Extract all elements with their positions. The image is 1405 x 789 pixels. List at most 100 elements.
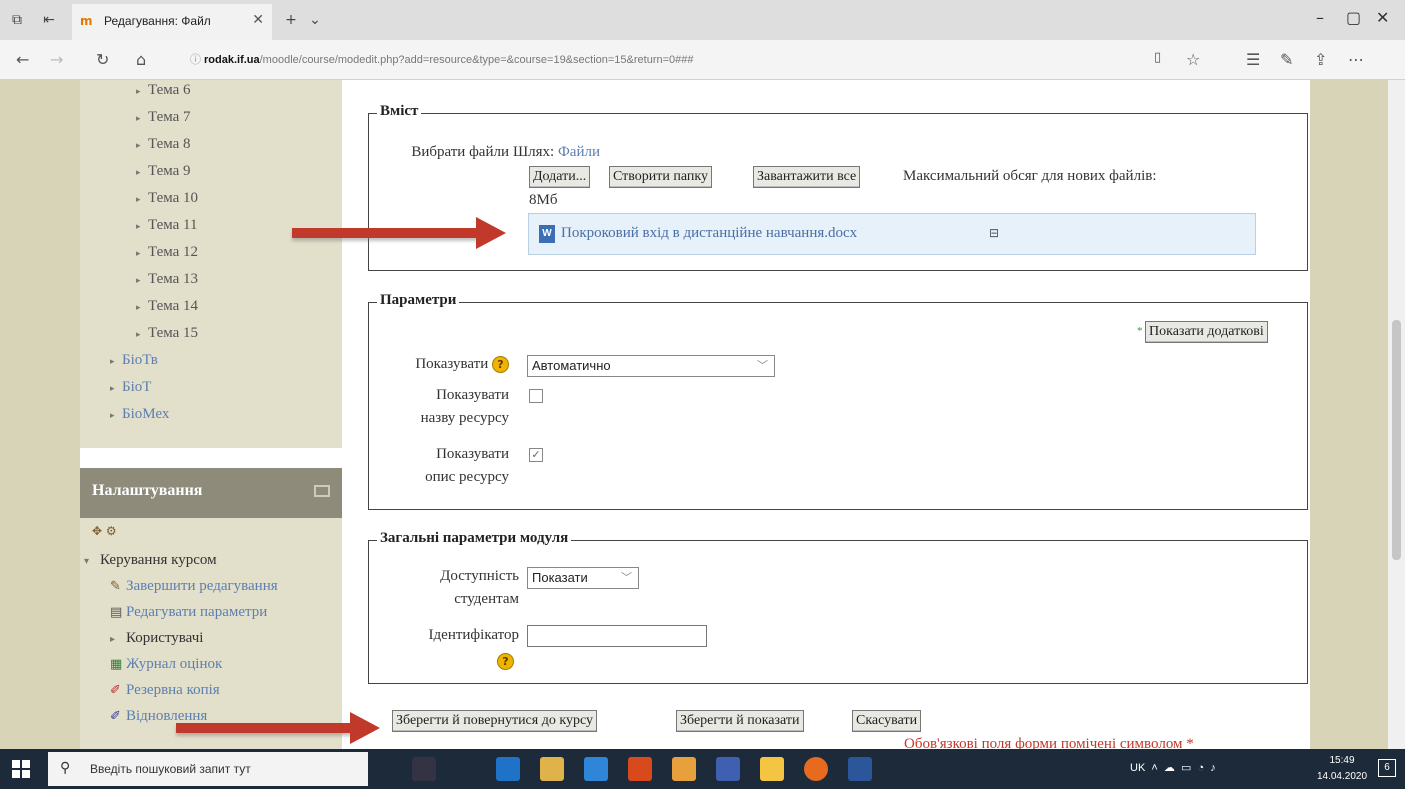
page-scrollbar[interactable] <box>1388 80 1405 749</box>
scrollbar-thumb[interactable] <box>1392 320 1401 560</box>
show-advanced-button[interactable]: Показати додаткові <box>1145 321 1268 343</box>
create-folder-button[interactable]: Створити папку <box>609 166 713 188</box>
home-icon[interactable]: ⌂ <box>136 50 146 69</box>
content-legend: Вміст <box>377 103 422 120</box>
help-icon[interactable]: ? <box>492 356 509 374</box>
path-link-files[interactable]: Файли <box>558 144 600 160</box>
left-column: ▸ Тема 6 ▸ Тема 7 ▸ Тема 8 ▸ Тема 9 ▸ Тема 10… <box>80 80 342 749</box>
favorite-star-icon[interactable]: ☆ <box>1186 50 1200 69</box>
save-return-button[interactable]: Зберегти й повернутися до курсу <box>392 710 597 732</box>
tree-item-topic-10[interactable]: ▸ Тема 10 <box>136 190 198 207</box>
back-icon[interactable]: ← <box>16 50 29 69</box>
new-tab-icon[interactable]: + <box>282 11 300 29</box>
id-number-input[interactable] <box>527 625 707 647</box>
tree-item-topic-7[interactable]: ▸ Тема 7 <box>136 109 191 126</box>
taskbar-search[interactable]: ⚲ Введіть пошуковий запит тут <box>48 752 368 786</box>
tree-item-topic-12[interactable]: ▸ Тема 12 <box>136 244 198 261</box>
store-icon[interactable] <box>540 757 564 781</box>
set-aside-tabs-icon[interactable]: ⇤ <box>40 11 58 29</box>
backup-icon: ✐ <box>110 683 121 698</box>
download-all-button[interactable]: Завантажити все <box>753 166 861 188</box>
firefox-icon[interactable] <box>804 757 828 781</box>
url-field[interactable]: ⓘ rodak.if.ua/moodle/course/modedit.php?a… <box>190 49 1190 71</box>
required-fields-note: Обов'язкові поля форми помічені символом… <box>904 736 1194 749</box>
mail-icon[interactable] <box>584 757 608 781</box>
more-icon[interactable]: ⋯ <box>1348 50 1364 69</box>
word-icon[interactable] <box>848 757 872 781</box>
expand-triangle-icon: ▸ <box>136 141 141 151</box>
required-asterisk-icon: * <box>1186 736 1194 749</box>
tree-item-topic-11[interactable]: ▸ Тема 11 <box>136 217 198 234</box>
tab-actions-icon[interactable]: ⧉ <box>8 11 26 29</box>
tree-item-topic-13[interactable]: ▸ Тема 13 <box>136 271 198 288</box>
maximize-icon[interactable]: ▢ <box>1346 8 1361 27</box>
browser-tab[interactable]: m Редагування: Файл ✕ <box>72 4 272 40</box>
task-view-icon[interactable] <box>412 757 436 781</box>
notes-pen-icon[interactable]: ✎ <box>1280 50 1293 69</box>
save-show-button[interactable]: Зберегти й показати <box>676 710 804 732</box>
admin-item-users[interactable]: ▸ Користувачі <box>110 630 203 647</box>
add-file-button[interactable]: Додати... <box>529 166 591 188</box>
share-icon[interactable]: ⇪ <box>1314 50 1327 69</box>
expand-triangle-icon: ▸ <box>110 411 115 421</box>
expand-triangle-icon: ▸ <box>136 303 141 313</box>
collapse-triangle-icon: ▾ <box>84 556 90 567</box>
office-icon[interactable] <box>628 757 652 781</box>
settings-block-title: Налаштування <box>92 482 203 499</box>
visibility-label-line1: Доступність <box>440 568 519 584</box>
show-name-label-line2: назву ресурсу <box>420 410 509 426</box>
clock[interactable]: 15:49 14.04.2020 <box>1312 753 1372 785</box>
expand-triangle-icon: ▸ <box>136 168 141 178</box>
file-context-menu-icon[interactable]: ⊟ <box>989 226 999 240</box>
admin-item-edit-settings[interactable]: ▤ Редагувати параметри <box>110 604 267 621</box>
web-page: ▸ Тема 6 ▸ Тема 7 ▸ Тема 8 ▸ Тема 9 ▸ Тема 10… <box>0 80 1405 749</box>
tree-item-topic-8[interactable]: ▸ Тема 8 <box>136 136 191 153</box>
show-description-checkbox[interactable]: ✓ <box>529 448 543 462</box>
visibility-select[interactable]: Показати ﹀ <box>527 567 639 589</box>
show-name-checkbox[interactable] <box>529 389 543 403</box>
cancel-button[interactable]: Скасувати <box>852 710 922 732</box>
close-window-icon[interactable]: ✕ <box>1376 8 1389 27</box>
windows-start-icon[interactable] <box>12 760 30 778</box>
minimize-icon[interactable]: – <box>1316 8 1324 27</box>
app-icon[interactable] <box>716 757 740 781</box>
module-settings-legend: Загальні параметри модуля <box>377 530 572 547</box>
tree-item-topic-9[interactable]: ▸ Тема 9 <box>136 163 191 180</box>
tree-item-course-biomech[interactable]: ▸ БіоМех <box>110 406 169 423</box>
file-manager-area[interactable]: W Покроковий вхід в дистанційне навчання… <box>528 213 1256 255</box>
admin-item-gradebook[interactable]: ▦ Журнал оцінок <box>110 656 222 673</box>
gradebook-icon: ▦ <box>110 657 123 672</box>
visibility-label-line2: студентам <box>454 591 519 607</box>
admin-item-finish-editing[interactable]: ✎ Завершити редагування <box>110 578 278 595</box>
notifications-icon[interactable]: 6 <box>1378 759 1396 777</box>
refresh-icon[interactable]: ↻ <box>96 50 109 69</box>
admin-item-backup[interactable]: ✐ Резервна копія <box>110 682 220 699</box>
tree-item-course-biotv[interactable]: ▸ БіоТв <box>110 352 158 369</box>
tree-item-topic-14[interactable]: ▸ Тема 14 <box>136 298 198 315</box>
restore-icon: ✐ <box>110 709 121 724</box>
tab-list-chevron-icon[interactable]: ⌄ <box>306 11 324 29</box>
tree-item-topic-6[interactable]: ▸ Тема 6 <box>136 82 191 99</box>
course-admin-node[interactable]: ▾ Керування курсом <box>84 552 217 569</box>
expand-triangle-icon: ▸ <box>136 87 141 97</box>
reading-view-icon[interactable]: ▯ <box>1154 50 1161 65</box>
site-info-icon[interactable]: ⓘ <box>190 49 204 71</box>
uploaded-file-name[interactable]: Покроковий вхід в дистанційне навчання.d… <box>561 225 857 242</box>
help-icon[interactable]: ? <box>497 653 514 670</box>
favorites-list-icon[interactable]: ☰ <box>1246 50 1260 69</box>
paint-icon[interactable] <box>672 757 696 781</box>
block-move-icons[interactable]: ✥ ⚙ <box>92 524 117 538</box>
system-tray[interactable]: UK ˄ ☁ ▭ ◔ ♪ <box>1130 761 1216 774</box>
forward-icon[interactable]: → <box>50 50 63 69</box>
dock-block-icon[interactable] <box>314 485 330 497</box>
tree-item-topic-15[interactable]: ▸ Тема 15 <box>136 325 198 342</box>
edge-browser-icon[interactable] <box>496 757 520 781</box>
expand-triangle-icon: ▸ <box>136 276 141 286</box>
display-select[interactable]: Автоматично ﹀ <box>527 355 775 377</box>
module-settings-fieldset: Загальні параметри модуля Доступність ст… <box>368 530 1308 684</box>
display-label: Показувати ? <box>373 356 509 374</box>
file-explorer-icon[interactable] <box>760 757 784 781</box>
close-tab-icon[interactable]: ✕ <box>252 12 264 28</box>
settings-block-header: Налаштування <box>80 468 342 518</box>
tree-item-course-biot[interactable]: ▸ БіоТ <box>110 379 151 396</box>
